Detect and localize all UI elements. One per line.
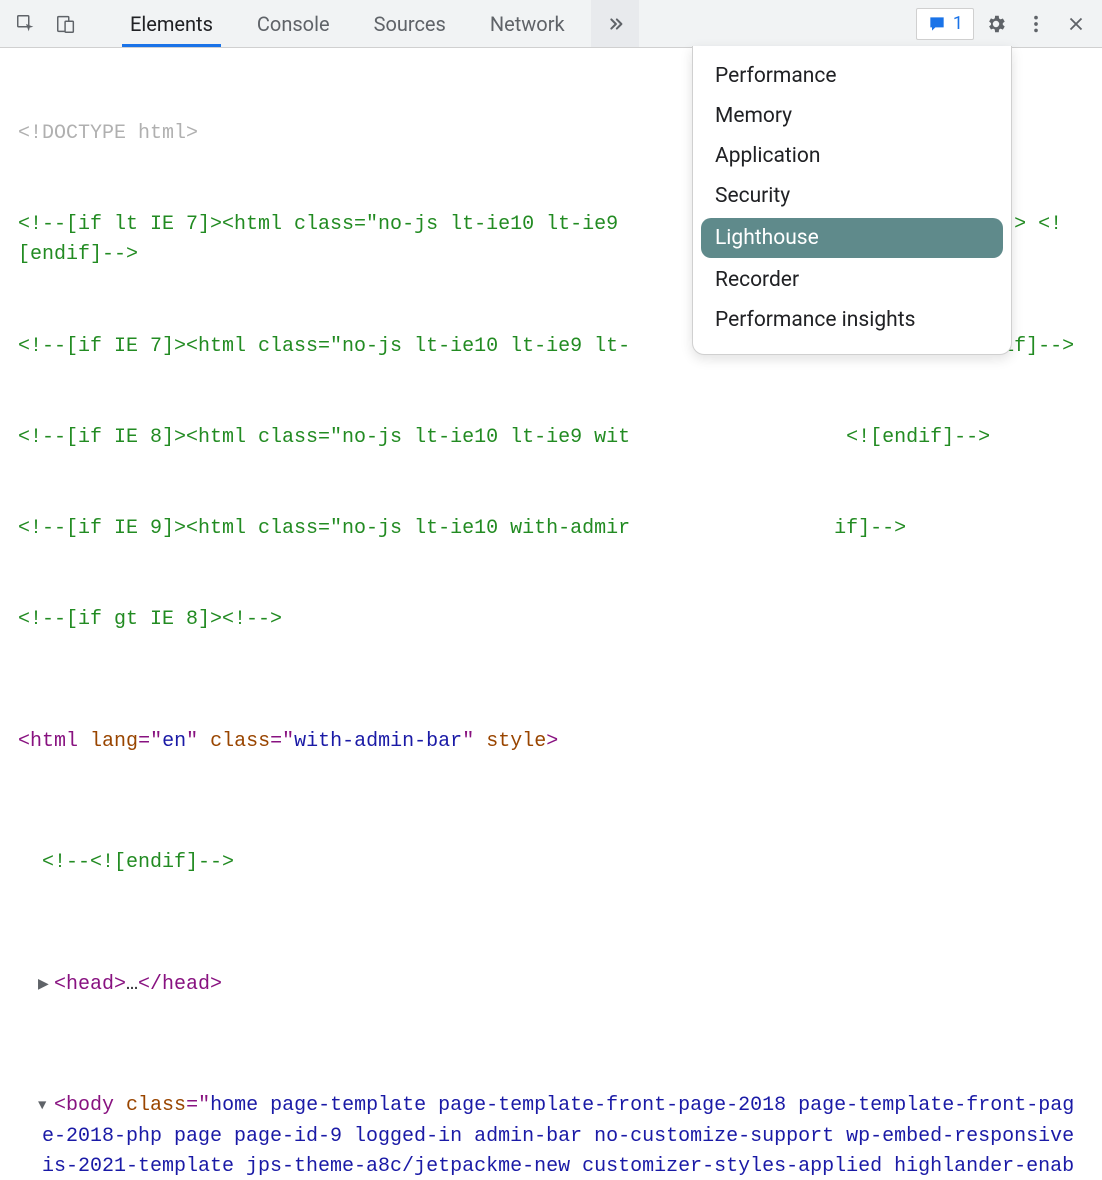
settings-icon[interactable] — [978, 6, 1014, 42]
tab-elements[interactable]: Elements — [108, 0, 235, 47]
ie-gt8-comment: <!--[if gt IE 8]><!--> — [18, 605, 1084, 635]
head-node[interactable]: ▶<head>…</head> — [18, 970, 1084, 1000]
tab-console[interactable]: Console — [235, 0, 352, 47]
ie9-comment: <!--[if IE 9]><html class="no-js lt-ie10… — [18, 514, 1084, 544]
inspect-icon[interactable] — [8, 6, 44, 42]
expand-triangle-down-icon[interactable]: ▼ — [38, 1096, 52, 1117]
issues-button[interactable]: 1 — [916, 8, 974, 40]
menu-performance-insights[interactable]: Performance insights — [693, 300, 1011, 340]
html-open-tag[interactable]: <html lang="en" class="with-admin-bar" s… — [18, 727, 1084, 757]
menu-recorder[interactable]: Recorder — [693, 260, 1011, 300]
issues-count: 1 — [953, 13, 963, 34]
more-panels-dropdown: Performance Memory Application Security … — [692, 46, 1012, 355]
more-tabs-button[interactable] — [591, 0, 639, 47]
panel-tabs: Elements Console Sources Network — [108, 0, 587, 47]
menu-performance[interactable]: Performance — [693, 56, 1011, 96]
tab-network[interactable]: Network — [468, 0, 587, 47]
device-toggle-icon[interactable] — [48, 6, 84, 42]
endif-comment: <!--<![endif]--> — [18, 848, 1084, 878]
menu-lighthouse[interactable]: Lighthouse — [701, 218, 1003, 258]
body-open-tag[interactable]: ▼<body class="home page-template page-te… — [18, 1091, 1084, 1180]
ie8-comment: <!--[if IE 8]><html class="no-js lt-ie10… — [18, 423, 1084, 453]
kebab-menu-icon[interactable] — [1018, 6, 1054, 42]
menu-security[interactable]: Security — [693, 176, 1011, 216]
devtools-toolbar: Elements Console Sources Network 1 — [0, 0, 1102, 48]
tab-sources[interactable]: Sources — [352, 0, 468, 47]
menu-memory[interactable]: Memory — [693, 96, 1011, 136]
expand-triangle-right-icon[interactable]: ▶ — [38, 975, 52, 996]
close-icon[interactable] — [1058, 6, 1094, 42]
menu-application[interactable]: Application — [693, 136, 1011, 176]
